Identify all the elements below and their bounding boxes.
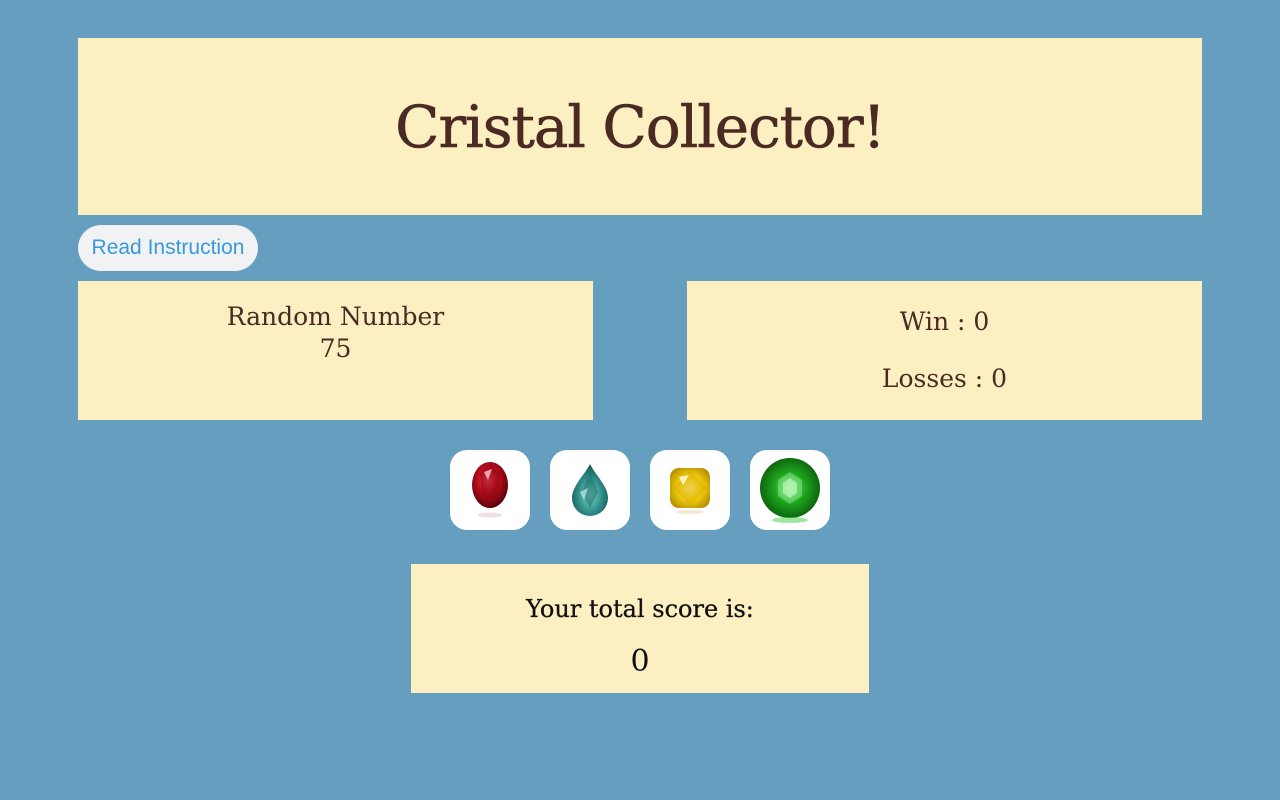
yellow-diamond-icon: [670, 468, 710, 514]
emerald-icon: [760, 458, 820, 523]
ruby-icon: [472, 462, 508, 518]
random-number-label: Random Number: [226, 302, 445, 331]
wins-counter: Win : 0: [899, 307, 990, 336]
random-number-panel: Random Number 75: [78, 281, 593, 420]
total-score-label: Your total score is:: [526, 595, 754, 623]
header-banner: Cristal Collector!: [78, 38, 1202, 215]
ruby-crystal-button[interactable]: [450, 450, 530, 530]
teal-crystal-button[interactable]: [550, 450, 630, 530]
win-loss-panel: Win : 0 Losses : 0: [687, 281, 1202, 420]
yellow-crystal-button[interactable]: [650, 450, 730, 530]
losses-counter: Losses : 0: [881, 364, 1008, 393]
crystal-buttons: [450, 450, 830, 530]
total-score-value: 0: [630, 644, 650, 679]
teal-sapphire-icon: [572, 464, 608, 516]
total-score-panel: Your total score is: 0: [411, 564, 869, 693]
random-number-value: 75: [319, 334, 352, 363]
green-crystal-button[interactable]: [750, 450, 830, 530]
read-instruction-button[interactable]: Read Instruction: [78, 225, 258, 271]
page-title: Cristal Collector!: [395, 92, 886, 161]
